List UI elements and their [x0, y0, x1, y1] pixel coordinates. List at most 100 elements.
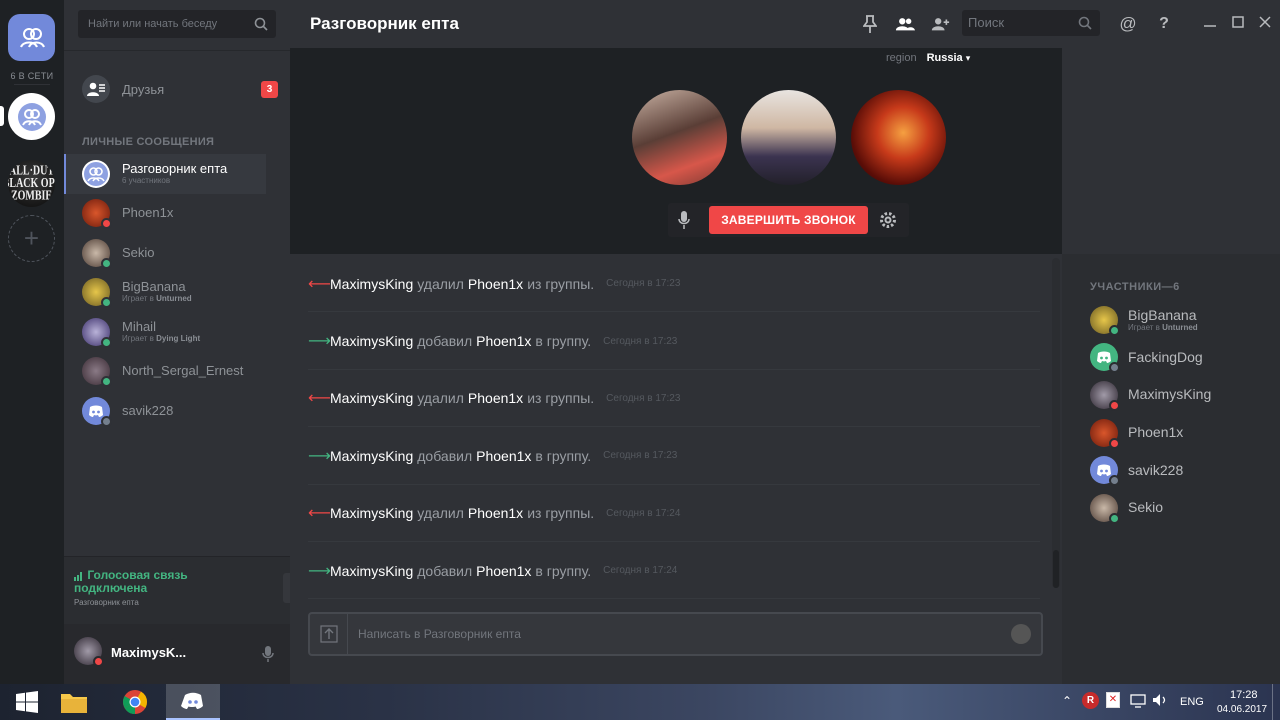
group-avatar [82, 159, 110, 188]
username: MaximysK... [111, 645, 187, 660]
show-desktop-button[interactable] [1272, 684, 1280, 720]
message-list: ⟵ MaximysKing удалил Phoen1x из группы. … [290, 255, 1060, 600]
message-target[interactable]: Phoen1x [476, 563, 531, 579]
dm-name: BigBanana [122, 279, 186, 295]
dm-item-north-sergal[interactable]: North_Sergal_Ernest [64, 352, 290, 392]
windows-logo-icon [16, 691, 38, 713]
arrow-left-icon: ⟵ [308, 275, 331, 293]
friends-home-button[interactable] [8, 14, 55, 61]
network-icon[interactable] [1130, 694, 1146, 713]
guild-call-of-duty[interactable]: CALL·DUTYBLACK OPSZOMBIE [8, 160, 55, 207]
message-author[interactable]: MaximysKing [330, 563, 413, 579]
system-message: ⟵ MaximysKing удалил Phoen1x из группы. … [290, 370, 1060, 428]
dm-activity: Играет в Dying Light [122, 333, 201, 343]
chrome-icon [122, 690, 147, 714]
arrow-left-icon: ⟵ [308, 390, 331, 408]
chrome-taskbar-button[interactable] [108, 684, 162, 720]
dm-item-mihail[interactable]: Mihail Играет в Dying Light [64, 312, 290, 352]
message-timestamp: Сегодня в 17:23 [606, 392, 681, 404]
search-icon [254, 17, 268, 31]
mute-button[interactable] [255, 640, 281, 668]
status-dnd-icon [1109, 437, 1120, 449]
message-verb: удалил [417, 275, 464, 292]
arrow-right-icon: ⟶ [308, 447, 331, 465]
member-item[interactable]: FackingDog [1090, 339, 1211, 377]
dm-item-phoen1x[interactable]: Phoen1x [64, 194, 290, 234]
message-input[interactable] [358, 624, 978, 644]
dm-search-input[interactable]: Найти или начать беседу [78, 10, 276, 38]
member-sidebar: УЧАСТНИКИ—6 BigBanana Играет в Unturned F… [1062, 0, 1280, 684]
discord-taskbar-button[interactable] [166, 684, 220, 720]
member-item[interactable]: Sekio [1090, 489, 1211, 527]
page-title: Разговорник епта [310, 14, 459, 33]
message-verb: добавил [417, 333, 473, 350]
message-text: из группы. [527, 390, 595, 407]
call-mute-button[interactable] [678, 211, 690, 234]
file-explorer-taskbar-button[interactable] [47, 684, 101, 720]
member-item[interactable]: savik228 [1090, 451, 1211, 489]
avatar [1090, 456, 1120, 487]
message-target[interactable]: Phoen1x [468, 276, 523, 292]
call-participant-avatar[interactable] [851, 90, 946, 185]
message-target[interactable]: Phoen1x [476, 333, 531, 349]
message-target[interactable]: Phoen1x [468, 505, 523, 521]
message-author[interactable]: MaximysKing [330, 505, 413, 521]
tray-up-arrow-icon[interactable]: ⌃ [1062, 694, 1072, 708]
member-name: Phoen1x [1128, 424, 1184, 441]
dm-name: Mihail [122, 318, 156, 334]
guild-divider [14, 84, 50, 85]
emoji-picker-icon[interactable] [1011, 624, 1031, 644]
message-author[interactable]: MaximysKing [330, 276, 413, 292]
member-name: savik228 [1128, 461, 1184, 478]
message-author[interactable]: MaximysKing [330, 333, 413, 349]
dm-item-bigbanana[interactable]: BigBanana Играет в Unturned [64, 273, 290, 313]
avatar [1090, 418, 1120, 449]
start-button[interactable] [0, 684, 54, 720]
dm-item-savik228[interactable]: savik228 [64, 391, 290, 431]
clock-time[interactable]: 17:28 [1230, 689, 1258, 701]
tray-app-icon[interactable]: R [1082, 692, 1099, 709]
end-call-button[interactable]: ЗАВЕРШИТЬ ЗВОНОК [709, 206, 868, 234]
group-dm-guild[interactable] [8, 93, 55, 140]
dm-item-group[interactable]: Разговорник епта 6 участников [64, 154, 266, 194]
member-item[interactable]: MaximysKing [1090, 376, 1211, 414]
system-message: ⟶ MaximysKing добавил Phoen1x в группу. … [290, 312, 1060, 371]
message-timestamp: Сегодня в 17:23 [603, 335, 678, 347]
divider [64, 50, 290, 51]
message-verb: добавил [417, 447, 473, 464]
member-item[interactable]: Phoen1x [1090, 414, 1211, 452]
message-target[interactable]: Phoen1x [468, 390, 523, 406]
message-text: в группу. [535, 333, 592, 350]
message-target[interactable]: Phoen1x [476, 448, 531, 464]
scrollbar-thumb[interactable] [1053, 550, 1059, 588]
language-indicator[interactable]: ENG [1180, 696, 1204, 708]
voice-connection-panel: Голосовая связь подключена Разговорник е… [64, 556, 343, 624]
search-placeholder: Найти или начать беседу [88, 18, 218, 30]
add-server-button[interactable]: + [8, 215, 55, 262]
clock-date[interactable]: 04.06.2017 [1217, 704, 1267, 715]
message-author[interactable]: MaximysKing [330, 390, 413, 406]
upload-button[interactable] [310, 614, 348, 654]
user-avatar[interactable] [74, 637, 104, 667]
online-count: 6 В СЕТИ [10, 71, 54, 81]
avatar [82, 238, 112, 269]
status-offline-icon [101, 415, 112, 427]
avatar [82, 199, 112, 230]
status-online-icon [1109, 324, 1120, 336]
volume-icon[interactable] [1152, 693, 1168, 712]
call-settings-button[interactable] [878, 210, 898, 235]
call-participant-avatar[interactable] [741, 90, 836, 185]
tray-notice-icon[interactable]: ✕ [1106, 692, 1120, 708]
message-text: в группу. [535, 447, 592, 464]
friends-icon [82, 75, 110, 103]
guild-sidebar: 6 В СЕТИ CALL·DUTYBLACK OPSZOMBIE + [0, 0, 64, 684]
message-verb: добавил [417, 562, 473, 579]
call-participant-avatar[interactable] [632, 90, 727, 185]
member-item[interactable]: BigBanana Играет в Unturned [1090, 301, 1211, 339]
message-author[interactable]: MaximysKing [330, 448, 413, 464]
friends-link[interactable]: Друзья 3 [82, 75, 278, 103]
message-scrollbar[interactable] [1052, 258, 1060, 588]
avatar [82, 317, 112, 348]
discord-logo-icon [181, 692, 203, 709]
dm-item-sekio[interactable]: Sekio [64, 233, 290, 273]
